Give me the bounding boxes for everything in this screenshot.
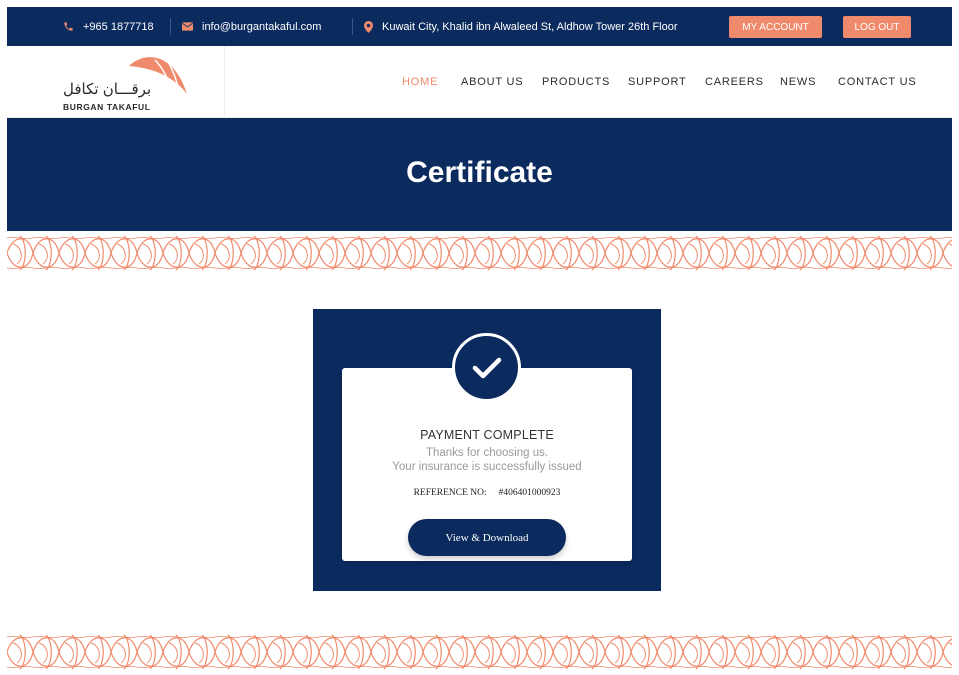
envelope-icon <box>182 22 193 31</box>
address-text: Kuwait City, Khalid ibn Alwaleed St, Ald… <box>382 20 678 33</box>
divider <box>170 18 171 35</box>
page-hero: Certificate <box>7 118 952 231</box>
reference-number: REFERENCE NO: #406401000923 <box>342 488 632 498</box>
check-icon <box>452 333 521 402</box>
phone-text: +965 1877718 <box>83 20 154 33</box>
divider <box>352 18 353 35</box>
reference-label: REFERENCE NO: <box>413 488 487 498</box>
nav-careers[interactable]: CAREERS <box>705 76 764 88</box>
phone-icon <box>63 21 74 32</box>
nav-products[interactable]: PRODUCTS <box>542 76 610 88</box>
phone-contact[interactable]: +965 1877718 <box>63 7 154 46</box>
nav-about-us[interactable]: ABOUT US <box>461 76 523 88</box>
decorative-pattern-bottom <box>7 631 952 673</box>
main-nav: HOME ABOUT US PRODUCTS SUPPORT CAREERS N… <box>7 46 952 118</box>
logout-button[interactable]: LOG OUT <box>843 16 911 38</box>
nav-news[interactable]: NEWS <box>780 76 816 88</box>
email-contact[interactable]: info@burgantakaful.com <box>182 7 321 46</box>
map-pin-icon <box>364 20 373 33</box>
view-download-button[interactable]: View & Download <box>408 519 566 556</box>
thanks-text: Thanks for choosing us. <box>425 447 549 459</box>
reference-value: #406401000923 <box>498 488 561 498</box>
main-header: برقـــان تكافل BURGAN TAKAFUL HOME ABOUT… <box>7 46 952 118</box>
decorative-pattern-top <box>7 232 952 274</box>
payment-status-title: PAYMENT COMPLETE <box>420 428 554 442</box>
my-account-button[interactable]: MY ACCOUNT <box>729 16 822 38</box>
issued-text: Your insurance is successfully issued <box>392 461 582 473</box>
page-title: Certificate <box>406 156 553 189</box>
nav-contact-us[interactable]: CONTACT US <box>838 76 917 88</box>
email-text: info@burgantakaful.com <box>202 20 322 33</box>
address-contact: Kuwait City, Khalid ibn Alwaleed St, Ald… <box>364 7 678 46</box>
nav-support[interactable]: SUPPORT <box>628 76 687 88</box>
nav-home[interactable]: HOME <box>402 76 438 88</box>
top-bar: +965 1877718 info@burgantakaful.com Kuwa… <box>7 7 952 46</box>
